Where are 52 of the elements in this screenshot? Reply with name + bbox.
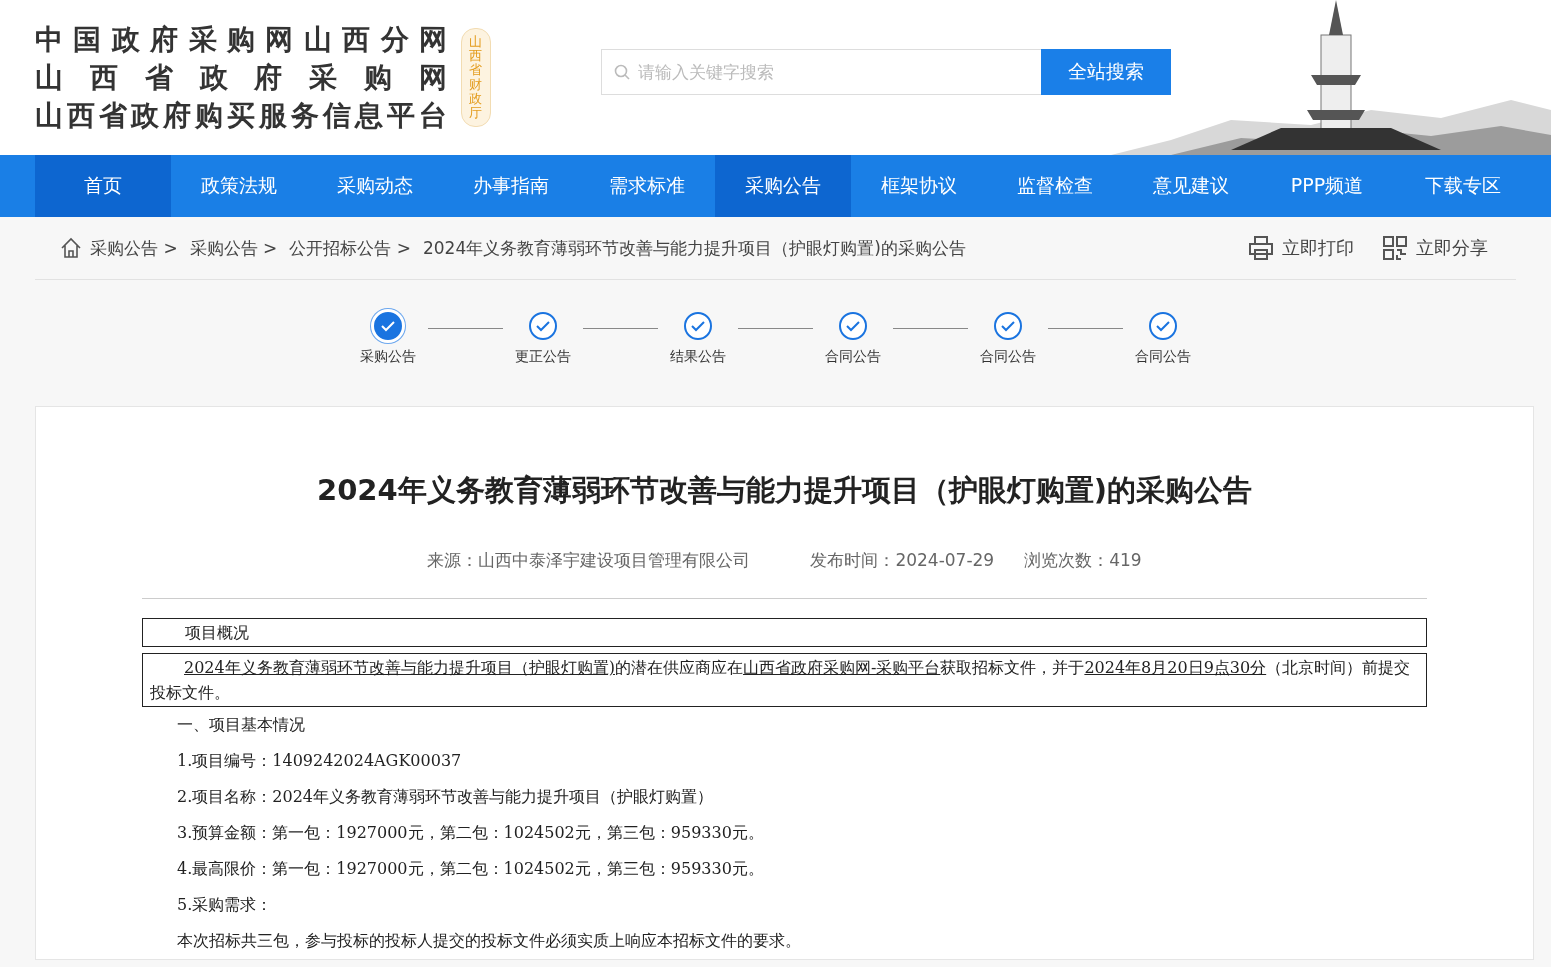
body-paragraph: 本次招标共三包，参与投标的投标人提交的投标文件必须实质上响应本招标文件的要求。 (176, 930, 802, 952)
qr-code-icon (1382, 235, 1408, 261)
department-badge: 山西省财政厅 (461, 27, 491, 128)
step-label: 结果公告 (670, 348, 726, 366)
check-icon (381, 320, 395, 332)
site-title: 山西省政府采购网 (35, 59, 447, 96)
overview-heading: 项目概况 (142, 618, 1427, 647)
breadcrumb-link[interactable]: 采购公告 > (189, 236, 278, 260)
step-label: 合同公告 (1135, 348, 1191, 366)
nav-tab[interactable]: 采购动态 (307, 155, 443, 217)
nav-tab[interactable]: 采购公告 (715, 155, 851, 217)
nav-tab[interactable]: 意见建议 (1123, 155, 1259, 217)
nav-tab[interactable]: 监督检查 (987, 155, 1123, 217)
search-field[interactable]: 请输入关键字搜索 (601, 48, 1041, 95)
nav-tab[interactable]: PPP频道 (1259, 155, 1395, 217)
section-heading: 一、项目基本情况 (176, 714, 306, 736)
nav-tab[interactable]: 下载专区 (1395, 155, 1531, 217)
article-meta: 浏览次数：419 (1024, 549, 1142, 572)
site-title: 中国政府采购网山西分网 (35, 21, 447, 58)
print-link[interactable]: 立即打印 (1248, 235, 1354, 261)
check-icon (691, 320, 705, 332)
check-icon (536, 320, 550, 332)
nav-tab[interactable]: 框架协议 (851, 155, 987, 217)
article-meta: 发布时间：2024-07-29 (810, 549, 995, 572)
printer-icon (1248, 235, 1274, 261)
breadcrumb-link[interactable]: 采购公告 > (90, 236, 178, 260)
step-label: 更正公告 (515, 348, 571, 366)
step-label: 合同公告 (980, 348, 1036, 366)
step-label: 采购公告 (360, 348, 416, 366)
article-meta: 来源：山西中泰泽宇建设项目管理有限公司 (427, 549, 751, 572)
detail-line: 2.项目名称：2024年义务教育薄弱环节改善与能力提升项目（护眼灯购置） (176, 786, 714, 808)
detail-line: 5.采购需求： (176, 894, 274, 916)
step-label: 合同公告 (825, 348, 881, 366)
nav-tab[interactable]: 政策法规 (171, 155, 307, 217)
nav-tab[interactable]: 需求标准 (579, 155, 715, 217)
nav-tab[interactable]: 首页 (35, 155, 171, 217)
detail-line: 4.最高限价：第一包：1927000元，第二包：1024502元，第三包：959330元。 (176, 858, 765, 880)
nav-tab[interactable]: 办事指南 (443, 155, 579, 217)
check-icon (1001, 320, 1015, 332)
breadcrumb-link[interactable]: 2024年义务教育薄弱环节改善与能力提升项目（护眼灯购置)的采购公告 (422, 236, 966, 260)
detail-line: 3.预算金额：第一包：1927000元，第二包：1024502元，第三包：959330元。 (176, 822, 765, 844)
breadcrumb-link[interactable]: 公开招标公告 > (289, 236, 411, 260)
search-button[interactable]: 全站搜索 (1041, 48, 1171, 95)
check-icon (846, 320, 860, 332)
home-icon (60, 237, 82, 259)
site-title: 山西省政府购买服务信息平台 (35, 97, 447, 134)
overview-paragraph: 2024年义务教育薄弱环节改善与能力提升项目（护眼灯购置)的潜在供应商应在山西省政府采购网-采购平台获取招标文件，并于2024年8月20日9点30分（北京时间）前提交投标文件。 (150, 657, 1412, 704)
article-title: 2024年义务教育薄弱环节改善与能力提升项目（护眼灯购置)的采购公告 (316, 472, 1253, 509)
check-icon (1156, 320, 1170, 332)
search-icon (614, 63, 630, 80)
detail-line: 1.项目编号：1409242024AGK00037 (176, 750, 463, 772)
share-link[interactable]: 立即分享 (1382, 235, 1488, 261)
